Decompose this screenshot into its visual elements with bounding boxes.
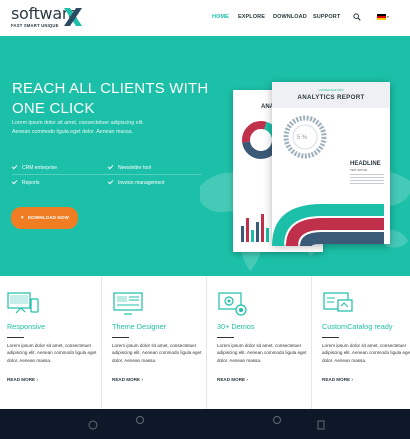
- report-edition: LIMITED EDITION: [318, 88, 344, 92]
- nav-support[interactable]: SUPPORT: [313, 14, 340, 20]
- catalog-screens-icon: [323, 292, 353, 312]
- card-title[interactable]: Responsive: [7, 322, 45, 331]
- settings-icon: [273, 416, 281, 424]
- download-button-label: DOWNLOAD NOW: [27, 215, 69, 220]
- feature-item: Reports: [11, 178, 40, 186]
- site-header: software FAST SMART UNIQUE HOME EXPLORE …: [0, 0, 410, 36]
- read-more-label: READ MORE: [217, 377, 246, 382]
- nav-home[interactable]: HOME: [212, 14, 229, 20]
- feature-card-customcatalog: CustomCatalog ready Lorem ipsum dolor si…: [315, 276, 410, 409]
- read-more-link[interactable]: READ MORE ›: [7, 377, 38, 382]
- check-icon: [107, 163, 114, 170]
- read-more-link[interactable]: READ MORE ›: [112, 377, 143, 382]
- demo-settings-icon: [218, 292, 247, 316]
- analytics-report-mockup: LIMITED EDITION ANALYTICS REPORT HEADLIN…: [272, 82, 390, 246]
- read-more-label: READ MORE: [112, 377, 141, 382]
- check-icon: [11, 163, 18, 170]
- divider: [7, 337, 24, 338]
- nav-explore[interactable]: EXPLORE: [238, 14, 265, 20]
- card-text: Lorem ipsum dolor sit amet, consectetuer…: [7, 343, 97, 363]
- hero-title-line1: REACH ALL CLIENTS WITH: [12, 80, 209, 97]
- divider: [322, 337, 339, 338]
- feature-card-demos: 30+ Demos Lorem ipsum dolor sit amet, co…: [210, 276, 312, 409]
- report-text-lines: [350, 174, 384, 186]
- read-more-link[interactable]: READ MORE ›: [217, 377, 248, 382]
- monitor-design-icon: [113, 292, 143, 315]
- report-title: ANALYTICS REPORT: [297, 94, 365, 101]
- ribbon-chart-graphic: [272, 204, 384, 246]
- chevron-down-icon[interactable]: ▾: [387, 14, 389, 19]
- germany-flag-icon[interactable]: [377, 14, 386, 20]
- check-icon: [11, 178, 18, 185]
- read-more-label: READ MORE: [7, 377, 36, 382]
- read-more-link[interactable]: READ MORE ›: [322, 377, 353, 382]
- report-subheadline: TEXT OPTION: [350, 169, 368, 172]
- hero-description: Lorem ipsum dolor sit amet, consectetuer…: [12, 120, 144, 135]
- card-text: Lorem ipsum dolor sit amet, consectetuer…: [112, 343, 202, 363]
- document-icon: [317, 420, 325, 430]
- feature-item: Newsletter tool: [107, 163, 152, 171]
- divider: [217, 337, 234, 338]
- hero-title: REACH ALL CLIENTS WITH ONE CLICK: [12, 79, 212, 119]
- report-headline: HEADLINE: [350, 161, 381, 167]
- divider: [12, 174, 202, 175]
- feature-label: Invoice management: [118, 180, 165, 186]
- hero-title-line2: ONE CLICK: [12, 100, 95, 117]
- read-more-label: READ MORE: [322, 377, 351, 382]
- feature-label: Newsletter tool: [118, 165, 152, 171]
- card-text: Lorem ipsum dolor sit amet, consectetuer…: [322, 343, 410, 363]
- card-title[interactable]: 30+ Demos: [217, 322, 255, 331]
- gauge-value: 5 %: [296, 135, 308, 141]
- download-icon: ▼: [20, 215, 25, 220]
- hero-section: REACH ALL CLIENTS WITH ONE CLICK Lorem i…: [0, 36, 410, 276]
- globe-icon: [88, 420, 98, 430]
- chat-icon: [136, 416, 144, 424]
- logo-mark-icon: [64, 8, 82, 26]
- features-section: Responsive Lorem ipsum dolor sit amet, c…: [0, 276, 410, 409]
- feature-card-responsive: Responsive Lorem ipsum dolor sit amet, c…: [0, 276, 102, 409]
- footer: [0, 409, 410, 439]
- feature-item: Invoice management: [107, 178, 165, 186]
- feature-label: CRM enterprise: [22, 165, 58, 171]
- responsive-devices-icon: [7, 292, 39, 314]
- feature-label: Reports: [22, 180, 40, 186]
- search-icon[interactable]: [353, 13, 361, 21]
- check-icon: [107, 178, 114, 185]
- divider: [112, 337, 129, 338]
- nav-download[interactable]: DOWNLOAD: [273, 14, 307, 20]
- download-now-button[interactable]: ▼ DOWNLOAD NOW: [11, 207, 78, 229]
- card-text: Lorem ipsum dolor sit amet, consectetuer…: [217, 343, 307, 363]
- feature-card-theme-designer: Theme Designer Lorem ipsum dolor sit ame…: [105, 276, 207, 409]
- card-title[interactable]: CustomCatalog ready: [322, 322, 393, 331]
- feature-item: CRM enterprise: [11, 163, 58, 171]
- card-title[interactable]: Theme Designer: [112, 322, 166, 331]
